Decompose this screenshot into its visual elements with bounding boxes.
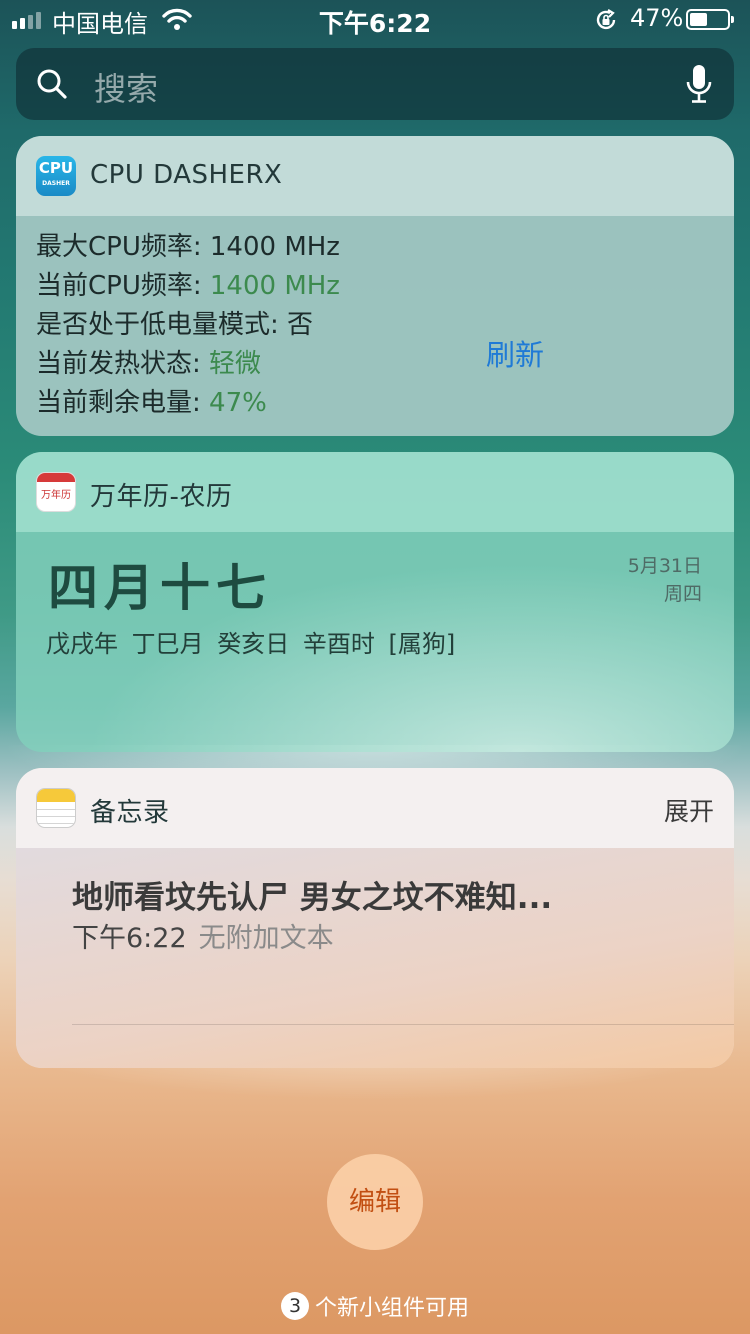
cpu-dasherx-widget[interactable]: CPU DASHER CPU DASHERX 最大CPU频率: 1400 MHz… bbox=[16, 136, 734, 436]
widget-body: 地师看坟先认尸 男女之坟不难知... 下午6:22 无附加文本 bbox=[16, 848, 734, 1068]
cpu-dasher-app-icon: CPU DASHER bbox=[36, 156, 76, 196]
widget-body: 最大CPU频率: 1400 MHz 当前CPU频率: 1400 MHz 是否处于… bbox=[16, 216, 734, 436]
edit-button[interactable]: 编辑 bbox=[327, 1154, 423, 1250]
notes-app-icon bbox=[36, 788, 76, 828]
widget-body: 四月十七 5月31日 周四 戊戌年 丁巳月 癸亥日 辛酉时 [属狗] bbox=[16, 532, 734, 752]
new-widgets-text: 个新小组件可用 bbox=[314, 1296, 469, 1321]
search-input[interactable]: 搜索 bbox=[94, 64, 158, 110]
search-bar[interactable]: 搜索 bbox=[16, 48, 734, 120]
calendar-app-icon: 万年历 bbox=[36, 472, 76, 512]
widget-title: CPU DASHERX bbox=[90, 160, 283, 190]
weekday: 周四 bbox=[663, 583, 702, 605]
cpu-stats-list: 最大CPU频率: 1400 MHz 当前CPU频率: 1400 MHz 是否处于… bbox=[36, 228, 340, 423]
microphone-icon[interactable] bbox=[686, 64, 712, 108]
expand-button[interactable]: 展开 bbox=[664, 792, 714, 828]
note-time: 下午6:22 bbox=[72, 923, 187, 954]
gregorian-day: 5月31日 bbox=[627, 555, 702, 577]
new-widgets-notice[interactable]: 3 个新小组件可用 bbox=[0, 1290, 750, 1322]
stat-low-power-mode: 是否处于低电量模式: 否 bbox=[36, 310, 314, 340]
widget-title: 备忘录 bbox=[90, 798, 170, 828]
new-widget-count-badge: 3 bbox=[280, 1292, 309, 1320]
widget-header: 备忘录 展开 bbox=[16, 768, 734, 848]
widget-title: 万年历-农历 bbox=[90, 482, 233, 512]
notes-widget[interactable]: 备忘录 展开 地师看坟先认尸 男女之坟不难知... 下午6:22 无附加文本 bbox=[16, 768, 734, 1068]
stat-remaining-battery: 当前剩余电量: 47% bbox=[36, 388, 267, 418]
rotation-lock-icon bbox=[594, 8, 618, 36]
note-title: 地师看坟先认尸 男女之坟不难知... bbox=[72, 880, 553, 916]
widget-header: 万年历 万年历-农历 bbox=[16, 452, 734, 532]
status-bar: 中国电信 下午6:22 47% bbox=[0, 0, 750, 40]
note-subtitle: 无附加文本 bbox=[198, 923, 334, 954]
lunar-calendar-widget[interactable]: 万年历 万年历-农历 四月十七 5月31日 周四 戊戌年 丁巳月 癸亥日 辛酉时… bbox=[16, 452, 734, 752]
battery-icon bbox=[686, 9, 734, 30]
battery-percentage: 47% bbox=[630, 4, 684, 32]
stat-thermal-state: 当前发热状态: 轻微 bbox=[36, 349, 262, 379]
gregorian-date: 5月31日 周四 bbox=[628, 552, 702, 608]
ganzhi-text: 戊戌年 丁巳月 癸亥日 辛酉时 [属狗] bbox=[46, 630, 456, 658]
stat-current-cpu-freq: 当前CPU频率: 1400 MHz bbox=[36, 271, 340, 301]
search-icon bbox=[36, 68, 68, 104]
stat-max-cpu-freq: 最大CPU频率: 1400 MHz bbox=[36, 232, 340, 262]
refresh-button[interactable]: 刷新 bbox=[486, 332, 544, 374]
widget-header: CPU DASHER CPU DASHERX bbox=[16, 136, 734, 216]
divider bbox=[72, 1024, 734, 1025]
note-meta: 下午6:22 无附加文本 bbox=[72, 916, 334, 955]
lunar-date: 四月十七 bbox=[48, 558, 272, 617]
